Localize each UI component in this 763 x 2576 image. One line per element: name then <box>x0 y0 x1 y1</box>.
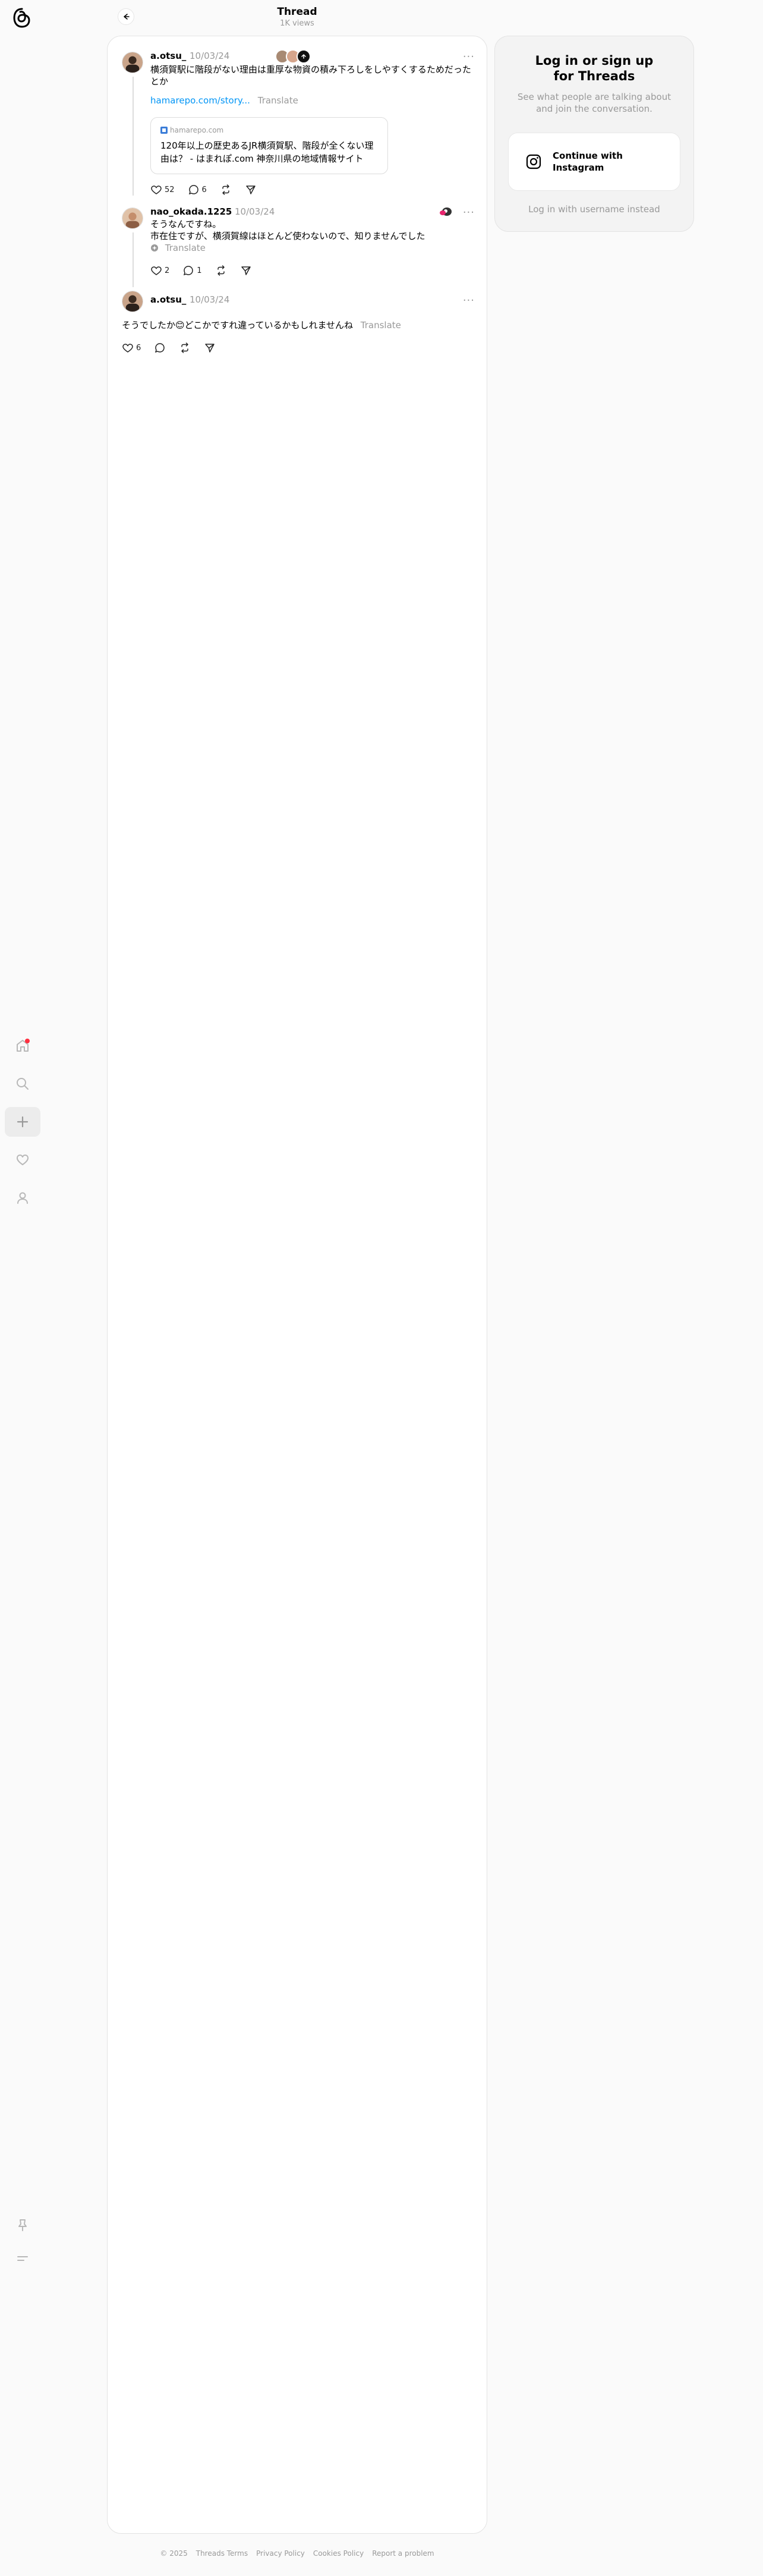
flag-icon <box>438 206 452 217</box>
comment-icon <box>184 266 194 276</box>
sparkle-icon <box>151 244 158 251</box>
page-title: Thread <box>277 6 317 18</box>
more-options-icon[interactable]: ··· <box>463 295 475 306</box>
post-text-row: そうでしたか😊どこかですれ違っているかもしれませんね Translate <box>122 319 472 331</box>
more-options-icon[interactable]: ··· <box>463 52 475 62</box>
username[interactable]: a.otsu_ <box>150 51 186 61</box>
login-subtitle: See what people are talking about and jo… <box>517 92 671 114</box>
instagram-button-label: Continue with Instagram <box>553 150 623 173</box>
post-actions: 52 6 <box>150 184 264 196</box>
report-link[interactable]: Report a problem <box>372 2549 434 2558</box>
post-text-line1: そうなんですね。 <box>150 219 222 229</box>
heart-icon <box>17 1155 29 1165</box>
heart-icon <box>122 344 133 353</box>
card-domain: hamarepo.com <box>160 126 223 134</box>
search-icon <box>17 1078 29 1090</box>
more-options-icon[interactable]: ··· <box>463 207 475 218</box>
cookies-link[interactable]: Cookies Policy <box>313 2549 364 2558</box>
send-icon <box>246 185 256 194</box>
participant-avatars[interactable] <box>275 49 311 64</box>
site-favicon-icon <box>160 127 168 134</box>
username-login-link[interactable]: Log in with username instead <box>495 204 693 215</box>
post-actions: 6 <box>122 342 223 354</box>
avatar[interactable] <box>122 207 143 229</box>
share-button[interactable] <box>240 265 252 276</box>
translate-row: Translate <box>150 242 206 254</box>
plus-icon <box>17 1116 29 1128</box>
post-date[interactable]: 10/03/24 <box>190 294 229 305</box>
instagram-icon <box>526 154 541 169</box>
arrow-up-icon <box>301 54 306 59</box>
reply-count: 1 <box>197 266 202 275</box>
nav-menu[interactable] <box>5 2244 40 2273</box>
like-button[interactable]: 6 <box>122 342 141 354</box>
translate-link[interactable]: Translate <box>361 320 401 331</box>
login-title: Log in or sign up for Threads <box>535 54 654 83</box>
continue-with-instagram-button[interactable]: Continue with Instagram <box>508 133 680 191</box>
username[interactable]: a.otsu_ <box>150 294 186 305</box>
pin-icon <box>18 2219 27 2231</box>
like-count: 2 <box>165 266 170 275</box>
like-count: 6 <box>136 343 141 353</box>
nav-search[interactable] <box>5 1069 40 1099</box>
avatar[interactable] <box>122 291 143 312</box>
like-button[interactable]: 2 <box>150 265 169 276</box>
like-count: 52 <box>165 185 175 194</box>
share-button[interactable] <box>204 342 216 354</box>
thread-line <box>133 77 134 196</box>
heart-icon <box>151 266 162 275</box>
send-icon <box>205 344 215 353</box>
repost-icon <box>217 265 225 276</box>
threads-logo-icon[interactable] <box>12 7 32 29</box>
nav-profile[interactable] <box>5 1183 40 1213</box>
post-link-row: hamarepo.com/story... Translate <box>150 95 298 106</box>
username[interactable]: nao_okada.1225 <box>150 206 232 217</box>
heart-icon <box>151 185 162 194</box>
repost-button[interactable] <box>215 265 227 276</box>
translate-link[interactable]: Translate <box>258 95 298 106</box>
post-link[interactable]: hamarepo.com/story... <box>150 95 250 106</box>
thread-line <box>133 232 134 287</box>
notification-dot <box>25 1039 30 1043</box>
sidebar <box>0 0 45 2576</box>
repost-button[interactable] <box>179 342 191 354</box>
avatar <box>297 49 311 64</box>
header: Thread 1K views <box>107 0 487 32</box>
nav-activity[interactable] <box>5 1145 40 1175</box>
nav-pin[interactable] <box>5 2210 40 2240</box>
copyright: © 2025 <box>160 2549 188 2558</box>
post-actions: 2 1 <box>150 265 259 276</box>
user-icon <box>17 1192 28 1204</box>
share-button[interactable] <box>245 184 257 196</box>
avatar[interactable] <box>122 52 143 73</box>
reply-button[interactable] <box>154 342 166 354</box>
repost-button[interactable] <box>220 184 232 196</box>
repost-icon <box>181 342 189 353</box>
like-button[interactable]: 52 <box>150 184 175 196</box>
nav-home[interactable] <box>5 1031 40 1061</box>
post-text: そうでしたか😊どこかですれ違っているかもしれませんね <box>122 320 353 331</box>
translate-link[interactable]: Translate <box>165 243 206 253</box>
reply-button[interactable]: 6 <box>188 184 207 196</box>
menu-icon <box>17 2256 28 2261</box>
post-date[interactable]: 10/03/24 <box>190 51 229 61</box>
reply-button[interactable]: 1 <box>182 265 202 276</box>
login-card: Log in or sign up for Threads See what p… <box>494 36 694 232</box>
repost-icon <box>222 184 229 195</box>
footer: © 2025 Threads Terms Privacy Policy Cook… <box>107 2549 487 2558</box>
privacy-link[interactable]: Privacy Policy <box>256 2549 305 2558</box>
post-date[interactable]: 10/03/24 <box>235 206 275 217</box>
views-count: 1K views <box>280 19 314 28</box>
post-text-line2: 市在住ですが、横須賀線はほとんど使わないので、知りませんでした <box>150 231 425 241</box>
card-title: 120年以上の歴史あるJR横須賀駅、階段が全くない理由は？ - はまれぽ.com… <box>160 140 374 164</box>
thread-feed: a.otsu_ 10/03/24 ··· 横須賀駅に階段がない理由は重厚な物資の… <box>107 36 487 2534</box>
comment-icon <box>155 343 165 353</box>
nav-create[interactable] <box>5 1107 40 1137</box>
link-preview-card[interactable]: hamarepo.com 120年以上の歴史あるJR横須賀駅、階段が全くない理由… <box>150 117 388 174</box>
comment-icon <box>188 185 198 195</box>
post-text: 横須賀駅に階段がない理由は重厚な物資の積み下ろしをしやすくするためだったとか <box>150 64 471 87</box>
reply-count: 6 <box>201 185 207 194</box>
terms-link[interactable]: Threads Terms <box>196 2549 248 2558</box>
send-icon <box>241 266 251 275</box>
